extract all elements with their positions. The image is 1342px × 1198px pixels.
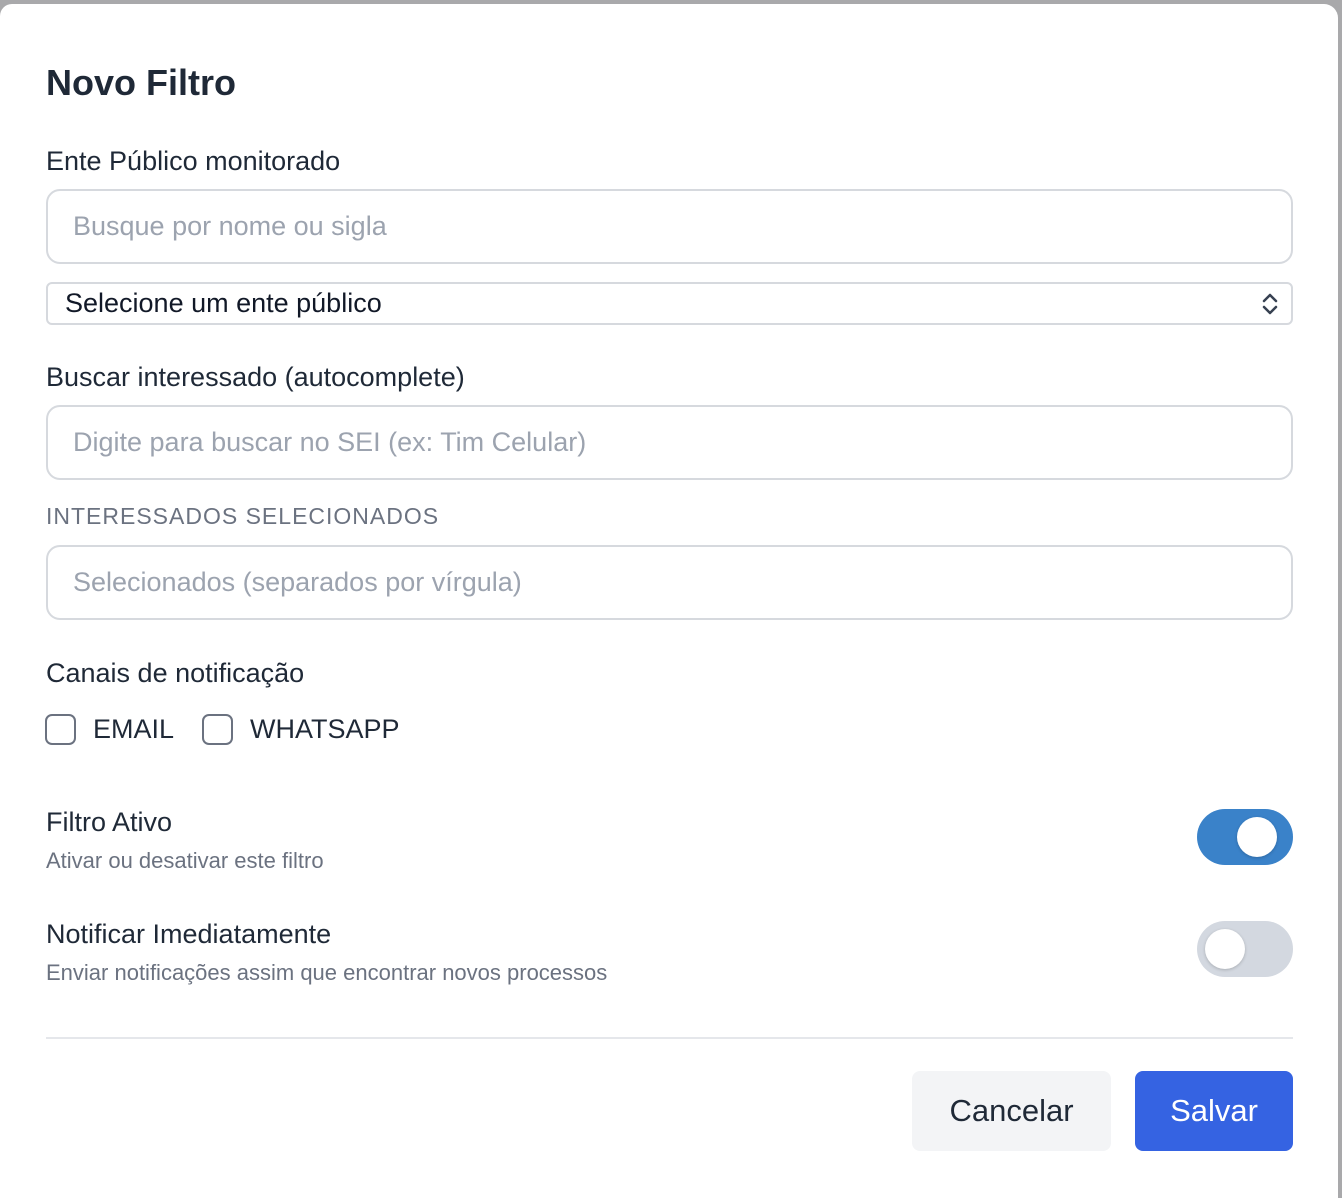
selected-interessados-input[interactable] <box>46 545 1293 620</box>
ente-select[interactable]: Selecione um ente público <box>46 282 1293 325</box>
notificar-imediatamente-title: Notificar Imediatamente <box>46 919 332 949</box>
email-checkbox[interactable] <box>45 714 76 745</box>
whatsapp-checkbox[interactable] <box>202 714 233 745</box>
chevron-updown-icon <box>1262 293 1278 315</box>
whatsapp-option[interactable]: WHATSAPP <box>202 714 400 745</box>
toggle-knob <box>1205 929 1245 969</box>
canais-label: Canais de notificação <box>46 658 305 688</box>
interessado-label: Buscar interessado (autocomplete) <box>46 362 465 392</box>
email-option[interactable]: EMAIL <box>45 714 174 745</box>
save-button[interactable]: Salvar <box>1135 1071 1293 1151</box>
filtro-ativo-toggle[interactable] <box>1197 809 1293 865</box>
ente-select-value: Selecione um ente público <box>65 288 382 318</box>
notificar-imediatamente-subtitle: Enviar notificações assim que encontrar … <box>46 960 608 985</box>
filtro-ativo-title: Filtro Ativo <box>46 807 173 837</box>
email-option-label: EMAIL <box>93 714 175 744</box>
selected-interessados-label: INTERESSADOS SELECIONADOS <box>46 503 440 529</box>
filtro-ativo-subtitle: Ativar ou desativar este filtro <box>46 848 324 873</box>
whatsapp-option-label: WHATSAPP <box>250 714 400 744</box>
ente-label: Ente Público monitorado <box>46 146 341 176</box>
footer-divider <box>46 1037 1293 1039</box>
notificar-imediatamente-toggle[interactable] <box>1197 921 1293 977</box>
new-filter-dialog: Novo Filtro Ente Público monitorado Sele… <box>0 4 1338 1198</box>
dialog-title: Novo Filtro <box>46 62 236 103</box>
ente-search-input[interactable] <box>46 189 1293 264</box>
toggle-knob <box>1237 817 1277 857</box>
cancel-button[interactable]: Cancelar <box>912 1071 1111 1151</box>
interessado-search-input[interactable] <box>46 405 1293 480</box>
